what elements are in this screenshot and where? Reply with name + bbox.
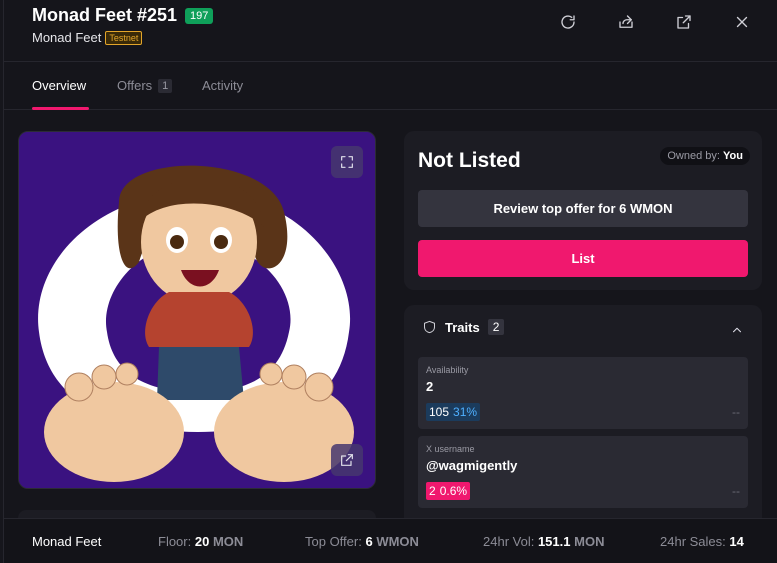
close-icon[interactable] bbox=[732, 12, 752, 32]
traits-title: Traits bbox=[445, 319, 480, 335]
tab-label: Offers bbox=[117, 78, 153, 93]
tab-label: Overview bbox=[32, 78, 87, 93]
nft-artwork bbox=[19, 132, 375, 488]
top-offer-label: Top Offer: bbox=[305, 534, 362, 549]
rank-badge: 197 bbox=[185, 7, 214, 24]
footer-collection[interactable]: Monad Feet bbox=[32, 534, 101, 549]
collection-stats-bar: Monad Feet Floor: 20 MON Top Offer: 6 WM… bbox=[4, 518, 777, 563]
trait-value: @wagmigently bbox=[426, 458, 518, 473]
testnet-badge: Testnet bbox=[105, 30, 143, 45]
fullscreen-button[interactable] bbox=[331, 146, 363, 178]
trait-card[interactable]: X username @wagmigently 2 0.6% -- bbox=[418, 436, 748, 508]
refresh-icon[interactable] bbox=[558, 12, 578, 32]
trait-count: 2 bbox=[429, 484, 436, 498]
listing-panel: Not Listed Owned by: You Review top offe… bbox=[404, 131, 762, 290]
listing-status: Not Listed bbox=[418, 149, 521, 172]
collapse-traits-button[interactable] bbox=[730, 323, 744, 337]
traits-count: 2 bbox=[487, 319, 505, 335]
chevron-up-icon bbox=[732, 327, 742, 333]
traits-panel: Traits 2 Availability 2 105 31% -- X use… bbox=[404, 305, 762, 520]
trait-rarity: 105 31% bbox=[426, 403, 481, 421]
trait-value: 2 bbox=[426, 379, 434, 394]
tab-overview[interactable]: Overview bbox=[32, 78, 86, 93]
nft-detail-panel: Monad Feet #251 197 Monad Feet Testnet O… bbox=[3, 0, 777, 563]
volume-stat: 24hr Vol: 151.1 MON bbox=[483, 534, 604, 549]
sales-stat: 24hr Sales: 14 bbox=[660, 534, 744, 549]
review-offer-button[interactable]: Review top offer for 6 WMON bbox=[418, 190, 748, 227]
trait-percent: 0.6% bbox=[439, 484, 468, 498]
owned-by-badge: Owned by: You bbox=[660, 147, 750, 165]
list-button[interactable]: List bbox=[418, 240, 748, 277]
trait-type: X username bbox=[426, 444, 475, 454]
external-link-icon[interactable] bbox=[674, 12, 694, 32]
trait-count: 105 bbox=[429, 405, 450, 419]
owned-by-value: You bbox=[723, 150, 743, 162]
nft-title: Monad Feet #251 bbox=[32, 5, 178, 25]
floor-value: 20 bbox=[194, 534, 210, 549]
floor-stat: Floor: 20 MON bbox=[158, 534, 243, 549]
collection-link[interactable]: Monad Feet bbox=[32, 30, 101, 45]
sales-label: 24hr Sales: bbox=[660, 534, 726, 549]
top-offer-unit: WMON bbox=[376, 534, 419, 549]
shield-icon bbox=[424, 320, 435, 334]
nft-image[interactable] bbox=[18, 131, 376, 489]
sales-value: 14 bbox=[729, 534, 744, 549]
offers-count-badge: 1 bbox=[158, 78, 173, 93]
tab-offers[interactable]: Offers 1 bbox=[117, 78, 173, 93]
top-offer-stat: Top Offer: 6 WMON bbox=[305, 534, 419, 549]
trait-rarity: 2 0.6% bbox=[426, 482, 471, 500]
top-offer-value: 6 bbox=[365, 534, 373, 549]
volume-label: 24hr Vol: bbox=[483, 534, 535, 549]
tab-activity[interactable]: Activity bbox=[202, 78, 243, 93]
volume-value: 151.1 bbox=[537, 534, 571, 549]
trait-floor: -- bbox=[732, 484, 740, 498]
trait-type: Availability bbox=[426, 365, 469, 375]
volume-unit: MON bbox=[574, 534, 605, 549]
owned-by-label: Owned by: bbox=[667, 150, 720, 162]
trait-percent: 31% bbox=[453, 405, 478, 419]
trait-floor: -- bbox=[732, 405, 740, 419]
share-icon[interactable] bbox=[616, 12, 636, 32]
active-tab-indicator bbox=[32, 107, 89, 110]
header: Monad Feet #251 197 Monad Feet Testnet bbox=[4, 0, 777, 62]
trait-card[interactable]: Availability 2 105 31% -- bbox=[418, 357, 748, 429]
external-link-icon bbox=[341, 454, 353, 466]
traits-header[interactable]: Traits 2 bbox=[422, 319, 505, 335]
floor-label: Floor: bbox=[158, 534, 192, 549]
floor-unit: MON bbox=[212, 534, 244, 549]
tab-bar: Overview Offers 1 Activity bbox=[4, 62, 777, 110]
expand-icon bbox=[341, 156, 353, 168]
open-image-button[interactable] bbox=[331, 444, 363, 476]
tab-label: Activity bbox=[202, 78, 244, 93]
